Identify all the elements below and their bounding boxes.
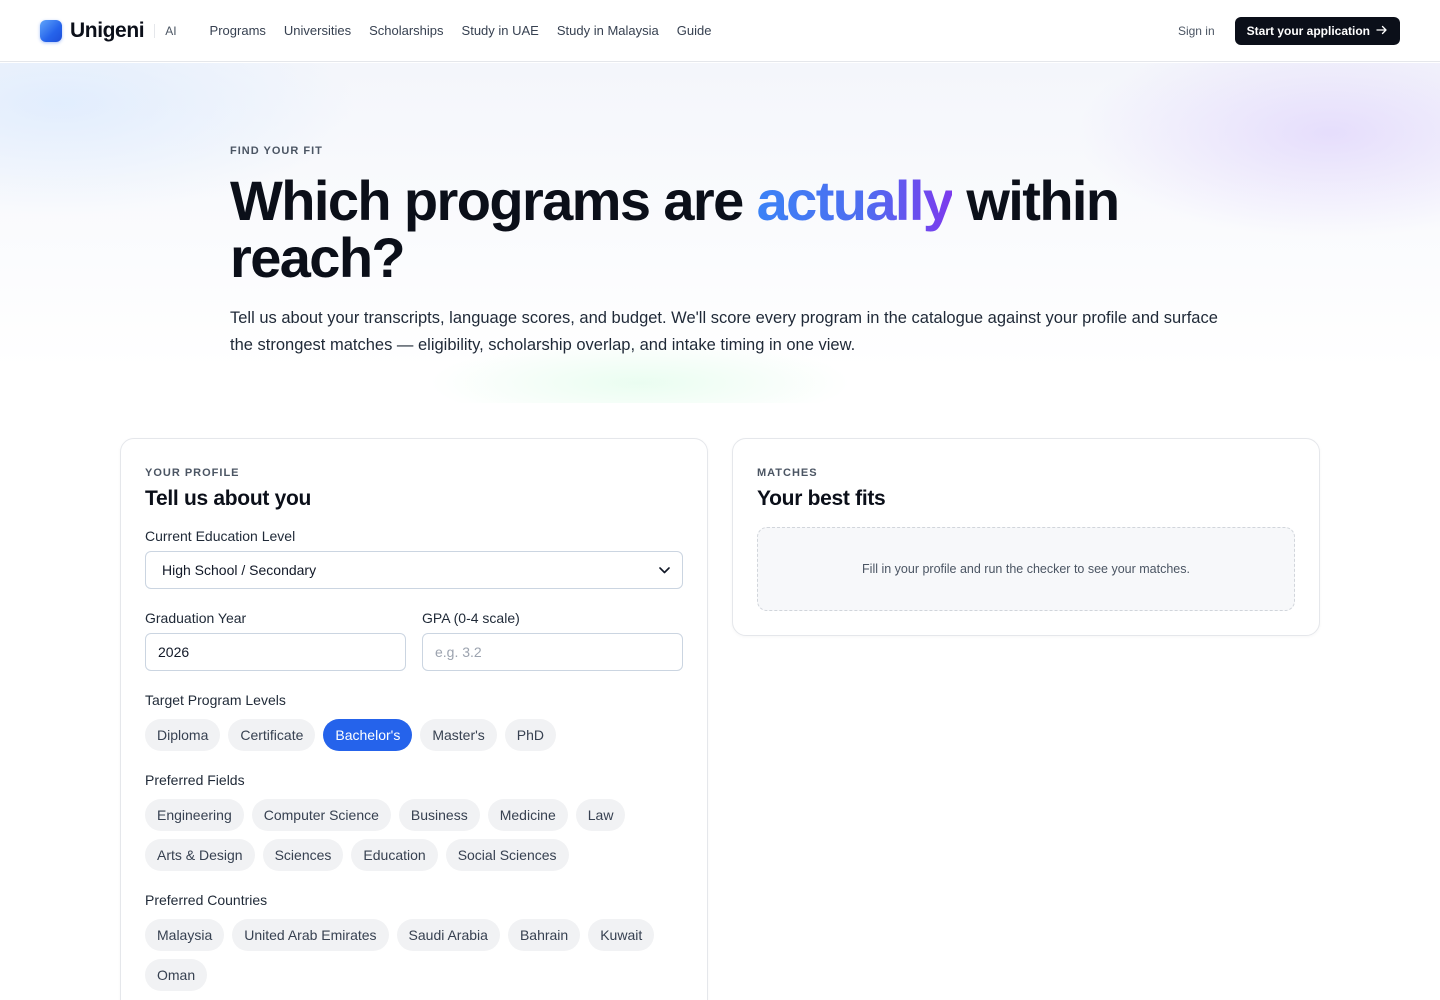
graduation-year-label: Graduation Year	[145, 610, 247, 626]
preferred-countries-row-1: Malaysia United Arab Emirates Saudi Arab…	[145, 919, 655, 951]
nav-link-universities[interactable]: Universities	[284, 23, 351, 38]
hero-eyebrow: FIND YOUR FIT	[230, 145, 323, 157]
top-nav: Unigeni AI Programs Universities Scholar…	[0, 0, 1440, 62]
profile-title: Tell us about you	[145, 487, 312, 510]
chip-bahrain[interactable]: Bahrain	[507, 919, 581, 951]
chip-oman[interactable]: Oman	[145, 959, 208, 991]
chip-education[interactable]: Education	[351, 839, 438, 871]
nav-link-study-in-uae[interactable]: Study in UAE	[462, 23, 539, 38]
program-levels-chips: Diploma Certificate Bachelor's Master's …	[145, 719, 557, 751]
chip-phd[interactable]: PhD	[504, 719, 557, 751]
chip-engineering[interactable]: Engineering	[145, 799, 244, 831]
nav-link-programs[interactable]: Programs	[210, 23, 266, 38]
chip-computer-science[interactable]: Computer Science	[251, 799, 391, 831]
preferred-countries-label: Preferred Countries	[145, 892, 268, 908]
education-level-value: High School / Secondary	[162, 562, 317, 578]
brand-name[interactable]: Unigeni	[70, 19, 145, 43]
chip-sciences[interactable]: Sciences	[262, 839, 344, 871]
chip-diploma[interactable]: Diploma	[145, 719, 221, 751]
nav-actions: Sign in Start your application	[1178, 16, 1400, 45]
gpa-input[interactable]: e.g. 3.2	[422, 633, 683, 671]
chip-law[interactable]: Law	[575, 799, 626, 831]
chip-certificate[interactable]: Certificate	[228, 719, 316, 751]
nav-link-scholarships[interactable]: Scholarships	[369, 23, 443, 38]
education-level-label: Current Education Level	[145, 528, 296, 544]
nav-links: Programs Universities Scholarships Study…	[210, 23, 730, 38]
chip-kuwait[interactable]: Kuwait	[588, 919, 655, 951]
gpa-label: GPA (0-4 scale)	[422, 610, 520, 626]
hero-title-before: Which programs are	[230, 169, 757, 232]
chip-malaysia[interactable]: Malaysia	[145, 919, 225, 951]
arrow-right-icon	[1376, 24, 1388, 38]
chip-social-sciences[interactable]: Social Sciences	[445, 839, 569, 871]
chip-bachelors[interactable]: Bachelor's	[323, 719, 413, 751]
hero-title-accent: actually	[756, 169, 954, 232]
start-application-button[interactable]: Start your application	[1234, 16, 1400, 45]
preferred-fields-row-1: Engineering Computer Science Business Me…	[145, 799, 626, 831]
start-application-label: Start your application	[1246, 23, 1370, 38]
hero-subtitle: Tell us about your transcripts, language…	[230, 309, 1218, 354]
profile-card: YOUR PROFILE Tell us about you Current E…	[120, 438, 708, 1000]
profile-eyebrow: YOUR PROFILE	[145, 467, 240, 479]
matches-title: Your best fits	[757, 487, 886, 510]
preferred-fields-row-2: Arts & Design Sciences Education Social …	[145, 839, 569, 871]
program-levels-label: Target Program Levels	[145, 692, 286, 708]
logo-icon[interactable]	[40, 19, 62, 42]
brand-tag: AI	[154, 23, 177, 38]
nav-link-study-in-malaysia[interactable]: Study in Malaysia	[557, 23, 659, 38]
hero-title: Which programs are actually within reach…	[230, 172, 1230, 286]
chip-saudi-arabia[interactable]: Saudi Arabia	[396, 919, 500, 951]
matches-card: MATCHES Your best fits Fill in your prof…	[732, 438, 1320, 636]
matches-empty-state: Fill in your profile and run the checker…	[757, 527, 1295, 611]
matches-eyebrow: MATCHES	[757, 467, 818, 479]
sign-in-link[interactable]: Sign in	[1178, 24, 1215, 38]
preferred-countries-row-2: Oman	[145, 959, 208, 991]
chip-united-arab-emirates[interactable]: United Arab Emirates	[232, 919, 389, 951]
nav-link-guide[interactable]: Guide	[677, 23, 712, 38]
preferred-fields-label: Preferred Fields	[145, 772, 245, 788]
chip-arts-design[interactable]: Arts & Design	[145, 839, 255, 871]
graduation-year-input[interactable]: 2026	[145, 633, 406, 671]
chevron-down-icon	[659, 563, 670, 577]
chip-medicine[interactable]: Medicine	[487, 799, 568, 831]
chip-business[interactable]: Business	[398, 799, 480, 831]
chip-masters[interactable]: Master's	[420, 719, 497, 751]
education-level-select[interactable]: High School / Secondary	[145, 551, 683, 589]
